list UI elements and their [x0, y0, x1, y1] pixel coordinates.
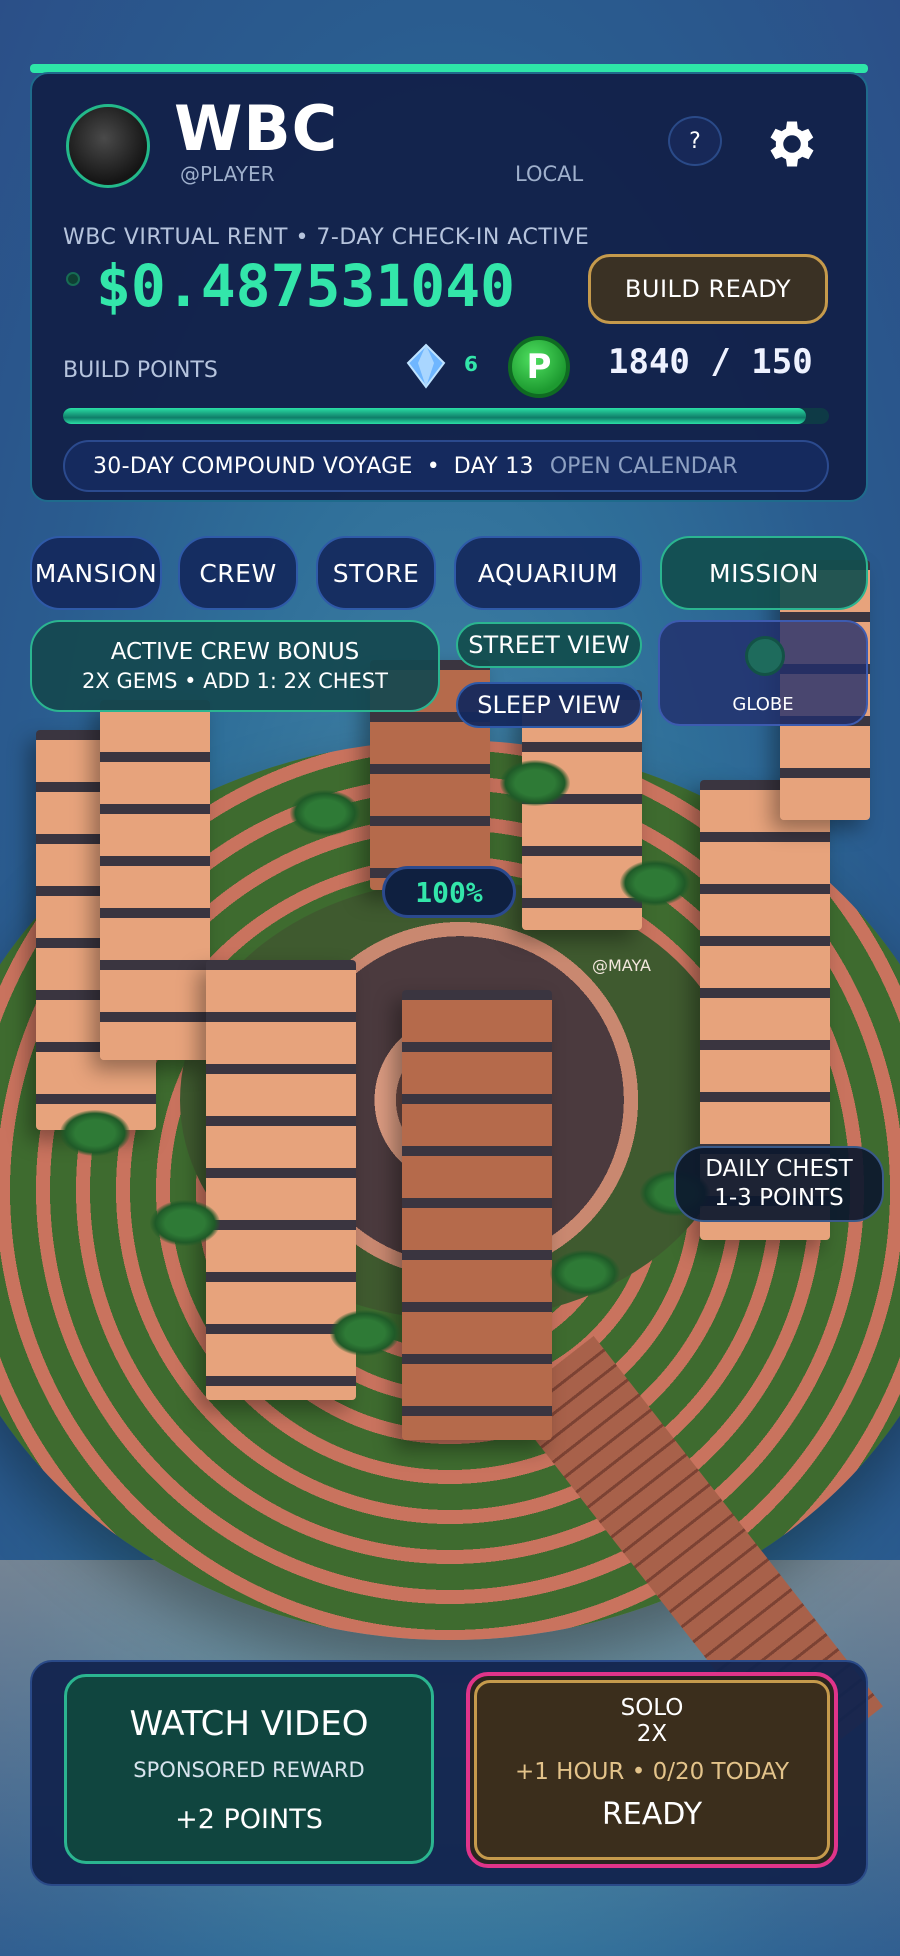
solo-multiplier: 2X [636, 1721, 668, 1747]
rent-caption: WBC VIRTUAL RENT • 7-DAY CHECK-IN ACTIVE [63, 225, 590, 250]
p-coin-icon: P [508, 336, 570, 398]
globe-button[interactable]: GLOBE [658, 620, 868, 726]
sleep-view-button[interactable]: SLEEP VIEW [456, 682, 642, 728]
voyage-banner[interactable]: 30-DAY COMPOUND VOYAGE • DAY 13 OPEN CAL… [63, 440, 829, 492]
palm-tree [290, 790, 360, 836]
daily-chest-points: 1-3 POINTS [714, 1185, 844, 1211]
location-label: LOCAL [515, 162, 584, 186]
player-handle: @PLAYER [180, 162, 275, 186]
crew-bonus-title: ACTIVE CREW BONUS [110, 639, 360, 665]
rent-value: $0.487531040 [96, 252, 516, 320]
player-nametag: @MAYA [592, 956, 651, 975]
gem-count: 6 [464, 352, 478, 376]
build-points-label: BUILD POINTS [63, 358, 218, 383]
aquarium-button[interactable]: AQUARIUM [454, 536, 642, 610]
palm-tree [550, 1250, 620, 1296]
palm-tree [620, 860, 690, 906]
build-points-value: 1840 / 150 [608, 342, 813, 382]
avatar-icon[interactable] [66, 104, 150, 188]
voyage-separator: • [426, 453, 440, 479]
solo-status: READY [601, 1797, 703, 1832]
voyage-title: 30-DAY COMPOUND VOYAGE [93, 453, 413, 479]
tower-building [100, 700, 210, 1060]
gear-icon[interactable] [762, 114, 822, 174]
mansion-button[interactable]: MANSION [30, 536, 162, 610]
solo-label: SOLO [620, 1695, 684, 1721]
open-calendar-link[interactable]: OPEN CALENDAR [550, 454, 738, 479]
crew-bonus-card[interactable]: ACTIVE CREW BONUS 2X GEMS • ADD 1: 2X CH… [30, 620, 440, 712]
palm-tree [60, 1110, 130, 1156]
palm-tree [330, 1310, 400, 1356]
store-button[interactable]: STORE [316, 536, 436, 610]
crew-bonus-detail: 2X GEMS • ADD 1: 2X CHEST [82, 669, 388, 693]
help-button[interactable]: ? [668, 116, 722, 166]
build-progress-bar [63, 408, 829, 424]
solo-details: +1 HOUR • 0/20 TODAY [514, 1759, 790, 1785]
voyage-day: DAY 13 [453, 453, 534, 479]
watch-video-title: WATCH VIDEO [129, 1703, 369, 1744]
gem-icon [406, 343, 446, 389]
watch-video-reward: +2 POINTS [175, 1803, 323, 1835]
progress-percent-badge[interactable]: 100% [382, 866, 516, 918]
globe-icon [745, 636, 785, 676]
palm-tree [500, 760, 570, 806]
palm-tree [150, 1200, 220, 1246]
game-title: WBC [174, 92, 339, 165]
watch-video-subtitle: SPONSORED REWARD [133, 1757, 365, 1782]
street-view-button[interactable]: STREET VIEW [456, 622, 642, 668]
globe-label: GLOBE [732, 694, 794, 715]
help-icon: ? [689, 128, 701, 154]
build-ready-button[interactable]: BUILD READY [588, 254, 828, 324]
build-progress-fill [63, 408, 807, 424]
solo-boost-button[interactable]: SOLO 2X +1 HOUR • 0/20 TODAY READY [474, 1680, 830, 1860]
daily-chest-button[interactable]: DAILY CHEST 1-3 POINTS [674, 1146, 884, 1222]
crew-button[interactable]: CREW [178, 536, 298, 610]
watch-video-button[interactable]: WATCH VIDEO SPONSORED REWARD +2 POINTS [64, 1674, 434, 1864]
daily-chest-title: DAILY CHEST [705, 1156, 853, 1183]
mission-button[interactable]: MISSION [660, 536, 868, 610]
tower-building [402, 990, 552, 1440]
live-indicator [66, 272, 80, 286]
